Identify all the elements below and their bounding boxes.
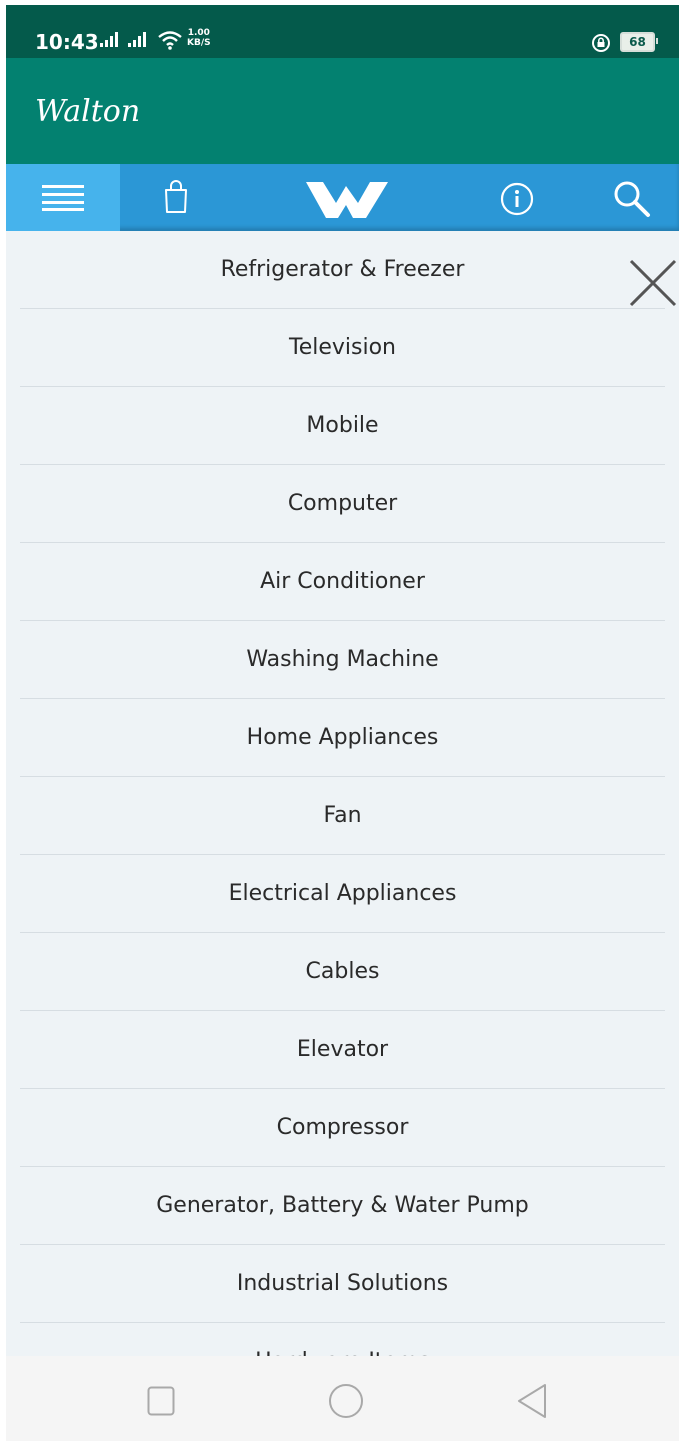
menu-item[interactable]: Cables	[20, 933, 665, 1011]
home-logo-button[interactable]	[296, 164, 396, 231]
battery-tip	[656, 38, 658, 44]
menu-item[interactable]: Generator, Battery & Water Pump	[20, 1167, 665, 1245]
menu-item[interactable]: Television	[20, 309, 665, 387]
shopping-bag-icon	[163, 178, 189, 218]
walton-logo	[306, 181, 388, 223]
battery-icon: 68	[620, 32, 655, 52]
network-speed: 1.00 KB/S	[187, 28, 211, 48]
menu-item[interactable]: Refrigerator & Freezer	[20, 231, 665, 309]
back-triangle-icon[interactable]	[516, 1383, 548, 1423]
status-time: 10:43	[35, 30, 99, 54]
app-title: Walton	[35, 94, 141, 129]
rotation-lock-icon	[591, 33, 611, 57]
shopping-bag-button[interactable]	[120, 164, 230, 231]
menu-item[interactable]: Mobile	[20, 387, 665, 465]
network-speed-value: 1.00	[187, 28, 210, 38]
menu-button[interactable]	[6, 164, 120, 231]
app-bar: Walton	[6, 58, 679, 164]
close-menu-button[interactable]	[628, 258, 678, 308]
status-bar: 10:43 1.00 KB/S 68	[6, 5, 679, 58]
system-navigation-bar	[6, 1356, 679, 1441]
category-menu: Refrigerator & Freezer Television Mobile…	[6, 231, 679, 1401]
info-icon	[500, 182, 534, 220]
menu-item[interactable]: Home Appliances	[20, 699, 665, 777]
menu-item[interactable]: Air Conditioner	[20, 543, 665, 621]
menu-item[interactable]: Industrial Solutions	[20, 1245, 665, 1323]
menu-item[interactable]: Computer	[20, 465, 665, 543]
screen: 10:43 1.00 KB/S 68 Walton Refrigerator &…	[6, 5, 679, 1441]
search-button[interactable]	[591, 164, 679, 231]
menu-item[interactable]: Elevator	[20, 1011, 665, 1089]
recents-square-icon[interactable]	[147, 1386, 175, 1420]
menu-item[interactable]: Electrical Appliances	[20, 855, 665, 933]
signal-icon	[128, 32, 148, 47]
network-speed-unit: KB/S	[187, 38, 211, 48]
wifi-icon	[157, 30, 183, 54]
home-circle-icon[interactable]	[328, 1383, 364, 1423]
signal-icon	[100, 32, 120, 47]
menu-icon	[42, 185, 84, 215]
close-icon	[628, 259, 678, 312]
menu-item[interactable]: Fan	[20, 777, 665, 855]
nav-bar	[6, 164, 679, 231]
info-button[interactable]	[476, 164, 556, 231]
menu-item[interactable]: Compressor	[20, 1089, 665, 1167]
menu-item[interactable]: Washing Machine	[20, 621, 665, 699]
search-icon	[613, 180, 651, 222]
